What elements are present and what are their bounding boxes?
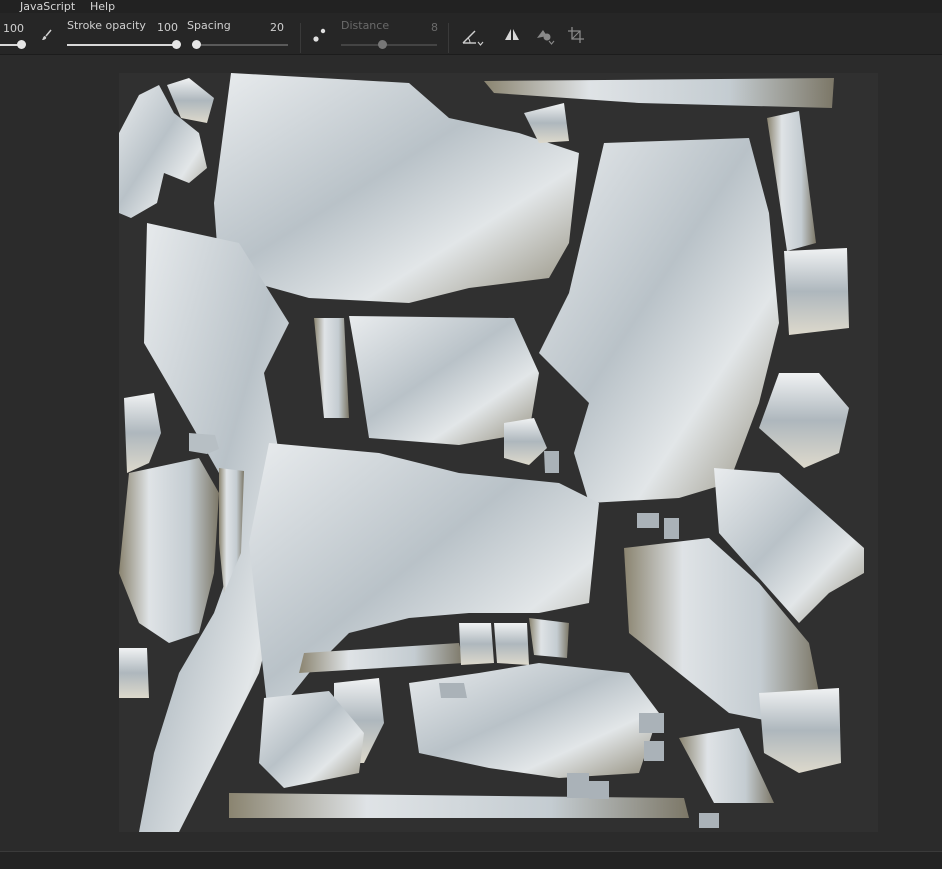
spacing-slider-track[interactable] [192,44,288,46]
size-slider-handle[interactable] [17,40,26,49]
uv-islands [119,73,864,832]
distance-slider-track [341,44,437,46]
uv-texture-canvas[interactable] [119,73,878,832]
toolbar-separator [300,23,301,53]
toolbar-separator [448,23,449,53]
menu-bar: JavaScript Help [0,0,942,13]
menu-help[interactable]: Help [90,0,115,13]
status-bar [0,851,942,869]
menu-javascript[interactable]: JavaScript [20,0,75,13]
brush-icon[interactable] [40,28,54,42]
tool-properties-bar: 100 Stroke opacity 100 Spacing 20 Distan… [0,13,942,55]
stroke-opacity-slider-track[interactable] [67,44,178,46]
stroke-opacity-label: Stroke opacity [67,19,146,32]
lazy-mouse-icon[interactable] [311,26,329,44]
stroke-opacity-value[interactable]: 100 [140,21,178,34]
spacing-value[interactable]: 20 [246,21,284,34]
distance-slider-handle [378,40,387,49]
symmetry-icon[interactable] [503,27,521,43]
alignment-icon[interactable] [534,26,558,46]
spacing-label: Spacing [187,19,231,32]
distance-label: Distance [341,19,390,32]
size-value[interactable]: 100 [0,22,24,35]
distance-value: 8 [431,21,438,34]
stroke-opacity-slider-handle[interactable] [172,40,181,49]
angle-icon[interactable] [461,27,487,47]
crop-icon[interactable] [567,26,585,44]
spacing-slider-handle[interactable] [192,40,201,49]
